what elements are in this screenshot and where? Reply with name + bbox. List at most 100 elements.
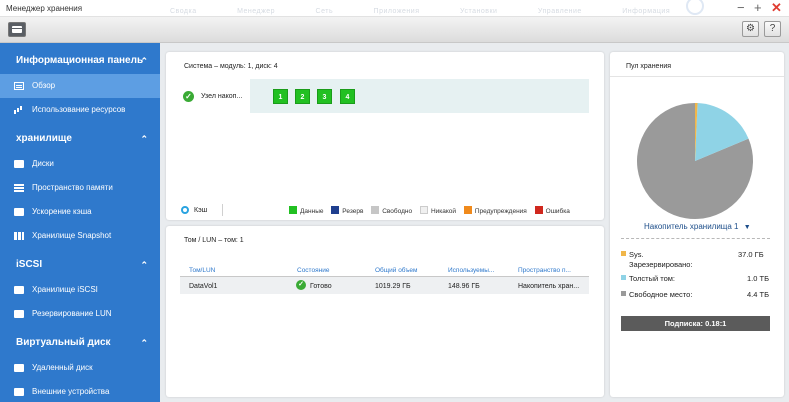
title-bar: Менеджер хранения Сводка Менеджер Сеть П…	[0, 0, 789, 17]
stat-thick-value: 1.0 ТБ	[747, 274, 770, 283]
sidebar-item-label: Удаленный диск	[32, 363, 93, 372]
cell-used: 148.96 ГБ	[448, 283, 480, 290]
sidebar-item-disks[interactable]: Диски	[0, 152, 160, 176]
swatch-free-space	[621, 291, 626, 296]
sidebar-item-resource-usage[interactable]: Использование ресурсов	[0, 98, 160, 122]
disk-icon	[14, 160, 24, 168]
sidebar-item-remote-disk[interactable]: Удаленный диск	[0, 356, 160, 380]
sidebar-item-label: Хранилище Snapshot	[32, 231, 112, 240]
legend-label: Предупреждения	[474, 208, 527, 215]
legend-divider	[222, 204, 223, 216]
legend-label: Данные	[300, 208, 324, 215]
column-header-pool[interactable]: Пространство п...	[518, 267, 571, 274]
maximize-button[interactable]: +	[754, 1, 762, 15]
storage-pool-pie	[637, 103, 753, 219]
disk-legend: Данные Резерв Свободно Никакой Предупреж…	[283, 206, 570, 215]
help-icon[interactable]: ?	[764, 21, 781, 37]
column-header-used[interactable]: Используемы...	[448, 267, 494, 274]
legend-label: Никакой	[430, 208, 457, 215]
legend-label: Ошибка	[545, 208, 570, 215]
sidebar-item-label: Диски	[32, 159, 54, 168]
cache-icon	[14, 208, 24, 216]
sidebar-item-external-devices[interactable]: Внешние устройства	[0, 380, 160, 402]
sidebar-item-label: Резервирование LUN	[32, 309, 112, 318]
sidebar-item-lun-backup[interactable]: Резервирование LUN	[0, 302, 160, 326]
stat-reserved-value: 37.0 ГБ	[738, 250, 764, 259]
volume-panel-title: Том / LUN – том: 1	[184, 237, 244, 244]
status-ok-icon: ✓	[296, 280, 306, 290]
sidebar-section-virtual-disk[interactable]: Виртуальный диск ⌃	[0, 330, 160, 356]
section-label: Виртуальный диск	[16, 337, 111, 348]
legend-swatch-error	[534, 206, 543, 214]
cell-total: 1019.29 ГБ	[375, 283, 411, 290]
sidebar-item-label: Обзор	[32, 81, 56, 90]
column-header-status[interactable]: Состояние	[297, 267, 329, 274]
cell-status: Готово	[310, 283, 332, 290]
storage-space-icon	[14, 184, 24, 192]
pool-selector[interactable]: Накопитель хранилища 1 ▼	[644, 222, 751, 231]
ghost-tab: Информация	[622, 8, 671, 15]
stat-free-value: 4.4 ТБ	[747, 290, 770, 299]
column-header-name[interactable]: Том/LUN	[189, 267, 215, 274]
disk-slot-1[interactable]: 1	[273, 89, 288, 104]
background-tabs: Сводка Менеджер Сеть Приложения Установк…	[170, 0, 710, 17]
section-label: Информационная панель	[16, 55, 144, 66]
sidebar: Информационная панель ⌃ Обзор Использова…	[0, 43, 160, 402]
status-ok-icon: ✓	[183, 91, 194, 102]
sidebar-section-storage[interactable]: хранилище ⌃	[0, 126, 160, 152]
remote-disk-icon	[14, 364, 24, 372]
disk-slot-4[interactable]: 4	[340, 89, 355, 104]
sidebar-item-iscsi-storage[interactable]: Хранилище iSCSI	[0, 278, 160, 302]
stat-thick-label: Толстый том:	[629, 274, 675, 283]
subscription-bar: Подписка: 0.18:1	[621, 316, 770, 331]
settings-gear-icon[interactable]: ⚙	[742, 21, 759, 37]
menu-toggle-icon[interactable]	[8, 22, 26, 37]
caret-down-icon: ▼	[743, 224, 751, 231]
ghost-tab: Установки	[459, 8, 498, 15]
stat-free-label: Свободное место:	[629, 290, 693, 299]
ghost-tab: Менеджер	[237, 8, 276, 15]
ghost-tab: Сеть	[315, 8, 334, 15]
toolbar: ⚙ ?	[0, 17, 789, 43]
sidebar-item-storage-space[interactable]: Пространство памяти	[0, 176, 160, 200]
legend-swatch-warning	[463, 206, 472, 214]
ghost-tab: Сводка	[170, 8, 197, 15]
swatch-reserved	[621, 251, 626, 256]
system-panel: Система – модуль: 1, диск: 4 ✓ Узел нако…	[166, 52, 604, 220]
section-label: iSCSI	[16, 259, 43, 270]
pool-selector-label: Накопитель хранилища 1	[644, 222, 739, 231]
legend-label: Резерв	[342, 208, 364, 215]
iscsi-storage-icon	[14, 286, 24, 294]
sidebar-item-snapshot[interactable]: Хранилище Snapshot	[0, 224, 160, 248]
chevron-up-icon: ⌃	[140, 134, 148, 144]
chevron-up-icon: ⌃	[140, 56, 148, 66]
disk-slot-2[interactable]: 2	[295, 89, 310, 104]
external-device-icon	[14, 388, 24, 396]
sidebar-item-label: Хранилище iSCSI	[32, 285, 98, 294]
sidebar-item-overview[interactable]: Обзор	[0, 74, 160, 98]
minimize-button[interactable]: −	[737, 1, 745, 15]
chevron-up-icon: ⌃	[140, 260, 148, 270]
sidebar-item-label: Внешние устройства	[32, 387, 110, 396]
ghost-tab: Управление	[537, 8, 582, 15]
legend-label: Свободно	[382, 208, 413, 215]
sidebar-section-dashboard[interactable]: Информационная панель ⌃	[0, 48, 160, 74]
panel-divider	[610, 76, 784, 77]
chevron-up-icon: ⌃	[140, 338, 148, 348]
storage-pool-title: Пул хранения	[626, 63, 672, 70]
cache-label: Кэш	[194, 207, 208, 214]
stat-reserved-label: Sys. Зарезервировано:	[629, 250, 693, 269]
section-label: хранилище	[16, 133, 72, 144]
column-header-total[interactable]: Общий объем	[375, 267, 417, 274]
sidebar-item-cache[interactable]: Ускорение кэша	[0, 200, 160, 224]
node-label[interactable]: Узел накоп...	[201, 93, 242, 100]
snapshot-icon	[14, 232, 24, 240]
volume-panel: Том / LUN – том: 1	[166, 226, 604, 397]
sidebar-section-iscsi[interactable]: iSCSI ⌃	[0, 252, 160, 278]
legend-swatch-free	[371, 206, 380, 214]
swatch-thick-volume	[621, 275, 626, 280]
disk-slot-3[interactable]: 3	[317, 89, 332, 104]
cell-pool: Накопитель хран...	[518, 283, 580, 290]
pool-divider	[621, 238, 770, 239]
close-button[interactable]: ✕	[771, 1, 782, 15]
